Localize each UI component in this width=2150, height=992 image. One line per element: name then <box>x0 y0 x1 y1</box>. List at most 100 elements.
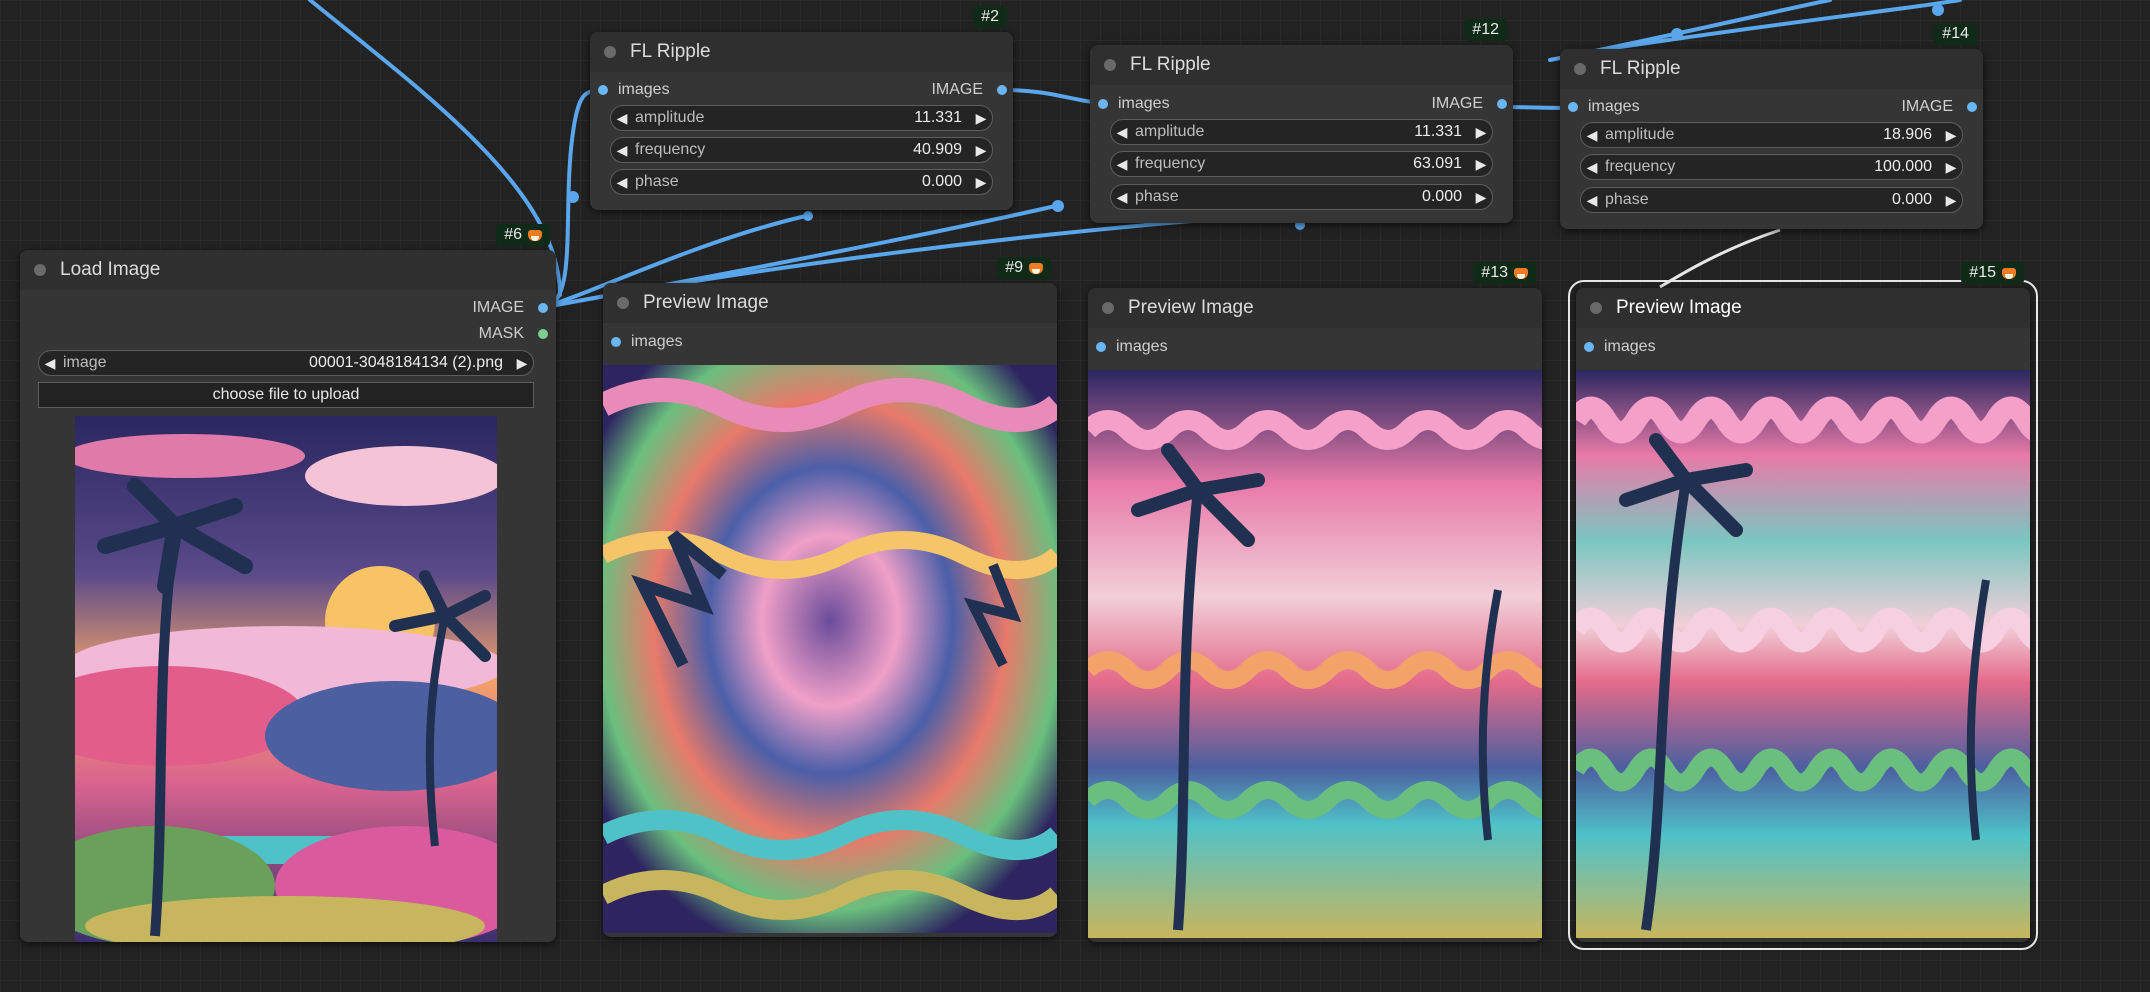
circle-dot-icon[interactable] <box>604 46 616 58</box>
widget-value: 0.000 <box>1891 191 1932 208</box>
node-id-badge: #13 <box>1473 262 1536 284</box>
input-images[interactable]: images <box>598 79 670 101</box>
node-header[interactable]: FL Ripple <box>1090 45 1513 85</box>
arrow-right-icon[interactable]: ▶ <box>1940 159 1962 176</box>
output-mask[interactable]: MASK <box>479 323 548 345</box>
input-slot[interactable] <box>1098 99 1108 109</box>
arrow-right-icon[interactable]: ▶ <box>1470 124 1492 141</box>
node-title: FL Ripple <box>1600 58 1681 79</box>
arrow-left-icon[interactable]: ◀ <box>611 110 633 127</box>
node-header[interactable]: Preview Image <box>603 283 1057 323</box>
node-header[interactable]: FL Ripple <box>590 32 1013 72</box>
input-slot[interactable] <box>1096 342 1106 352</box>
output-image[interactable]: IMAGE <box>1431 93 1507 115</box>
output-slot[interactable] <box>1967 102 1977 112</box>
fox-icon <box>2002 266 2016 280</box>
phase-widget[interactable]: ◀ phase 0.000 ▶ <box>1580 187 1963 213</box>
upload-button[interactable]: choose file to upload <box>38 382 534 408</box>
input-label: images <box>1116 338 1168 355</box>
node-id-badge: #15 <box>1961 262 2024 284</box>
node-id-badge: #12 <box>1464 19 1507 41</box>
arrow-left-icon[interactable]: ◀ <box>1111 124 1133 141</box>
arrow-left-icon[interactable]: ◀ <box>611 174 633 191</box>
arrow-right-icon[interactable]: ▶ <box>1940 192 1962 209</box>
arrow-right-icon[interactable]: ▶ <box>511 355 533 372</box>
amplitude-widget[interactable]: ◀ amplitude 18.906 ▶ <box>1580 122 1963 148</box>
input-slot[interactable] <box>598 85 608 95</box>
output-slot[interactable] <box>538 303 548 313</box>
input-images[interactable]: images <box>1568 96 1640 118</box>
input-images[interactable]: images <box>1584 336 1656 358</box>
output-slot[interactable] <box>538 329 548 339</box>
fox-icon <box>1029 261 1043 275</box>
node-title: Preview Image <box>1616 297 1742 318</box>
fl-ripple-node-2[interactable]: #2 FL Ripple images IMAGE ◀ amplitude 11… <box>590 6 1013 210</box>
preview-image-node-9[interactable]: #9 Preview Image images <box>603 257 1057 937</box>
widget-value: 11.331 <box>914 109 962 126</box>
arrow-left-icon[interactable]: ◀ <box>1581 159 1603 176</box>
input-images[interactable]: images <box>1096 336 1168 358</box>
widget-value: 00001-3048184134 (2).png <box>309 354 503 371</box>
output-image[interactable]: IMAGE <box>1901 96 1977 118</box>
arrow-left-icon[interactable]: ◀ <box>1111 189 1133 206</box>
arrow-right-icon[interactable]: ▶ <box>970 110 992 127</box>
output-slot[interactable] <box>997 85 1007 95</box>
output-slot[interactable] <box>1497 99 1507 109</box>
circle-dot-icon[interactable] <box>1104 59 1116 71</box>
node-title: Load Image <box>60 259 161 280</box>
arrow-left-icon[interactable]: ◀ <box>1581 192 1603 209</box>
arrow-right-icon[interactable]: ▶ <box>970 142 992 159</box>
widget-value: 63.091 <box>1413 155 1462 172</box>
circle-dot-icon[interactable] <box>1102 302 1114 314</box>
circle-dot-icon[interactable] <box>617 297 629 309</box>
preview-image-node-13[interactable]: #13 Preview Image images <box>1088 262 1542 942</box>
widget-label: amplitude <box>635 109 705 126</box>
circle-dot-icon[interactable] <box>1590 302 1602 314</box>
node-header[interactable]: Preview Image <box>1088 288 1542 328</box>
preview-image-node-15[interactable]: #15 Preview Image images <box>1568 262 2038 950</box>
widget-label: amplitude <box>1135 123 1205 140</box>
preview-image <box>1576 370 2030 938</box>
output-image[interactable]: IMAGE <box>931 79 1007 101</box>
node-header[interactable]: Load Image <box>20 250 556 290</box>
frequency-widget[interactable]: ◀ frequency 63.091 ▶ <box>1110 151 1493 177</box>
node-title: FL Ripple <box>630 41 711 62</box>
arrow-right-icon[interactable]: ▶ <box>1940 127 1962 144</box>
fox-icon <box>528 228 542 242</box>
phase-widget[interactable]: ◀ phase 0.000 ▶ <box>610 169 993 195</box>
input-label: images <box>1118 95 1170 112</box>
circle-dot-icon[interactable] <box>1574 63 1586 75</box>
arrow-left-icon[interactable]: ◀ <box>1581 127 1603 144</box>
arrow-left-icon[interactable]: ◀ <box>1111 156 1133 173</box>
image-combo-widget[interactable]: ◀ image 00001-3048184134 (2).png ▶ <box>38 350 534 376</box>
arrow-left-icon[interactable]: ◀ <box>39 355 61 372</box>
input-label: images <box>618 81 670 98</box>
arrow-left-icon[interactable]: ◀ <box>611 142 633 159</box>
input-images[interactable]: images <box>1098 93 1170 115</box>
input-slot[interactable] <box>611 337 621 347</box>
frequency-widget[interactable]: ◀ frequency 100.000 ▶ <box>1580 154 1963 180</box>
load-image-node[interactable]: #6 Load Image IMAGE MASK ◀ image 00001-3… <box>20 224 556 942</box>
fl-ripple-node-12[interactable]: #12 FL Ripple images IMAGE ◀ amplitude 1… <box>1090 19 1513 223</box>
input-images[interactable]: images <box>611 331 683 353</box>
circle-dot-icon[interactable] <box>34 264 46 276</box>
arrow-right-icon[interactable]: ▶ <box>970 174 992 191</box>
widget-label: frequency <box>635 141 706 158</box>
arrow-right-icon[interactable]: ▶ <box>1470 156 1492 173</box>
amplitude-widget[interactable]: ◀ amplitude 11.331 ▶ <box>1110 119 1493 145</box>
rippled-scene-image <box>1088 370 1542 938</box>
widget-label: phase <box>1135 188 1179 205</box>
amplitude-widget[interactable]: ◀ amplitude 11.331 ▶ <box>610 105 993 131</box>
output-image[interactable]: IMAGE <box>472 297 548 319</box>
input-slot[interactable] <box>1568 102 1578 112</box>
arrow-right-icon[interactable]: ▶ <box>1470 189 1492 206</box>
node-header[interactable]: Preview Image <box>1576 288 2030 328</box>
widget-value: 0.000 <box>921 173 962 190</box>
input-slot[interactable] <box>1584 342 1594 352</box>
phase-widget[interactable]: ◀ phase 0.000 ▶ <box>1110 184 1493 210</box>
node-header[interactable]: FL Ripple <box>1560 49 1983 89</box>
fox-icon <box>1514 266 1528 280</box>
output-label: IMAGE <box>931 81 983 98</box>
fl-ripple-node-14[interactable]: #14 FL Ripple images IMAGE ◀ amplitude 1… <box>1560 23 1983 229</box>
frequency-widget[interactable]: ◀ frequency 40.909 ▶ <box>610 137 993 163</box>
